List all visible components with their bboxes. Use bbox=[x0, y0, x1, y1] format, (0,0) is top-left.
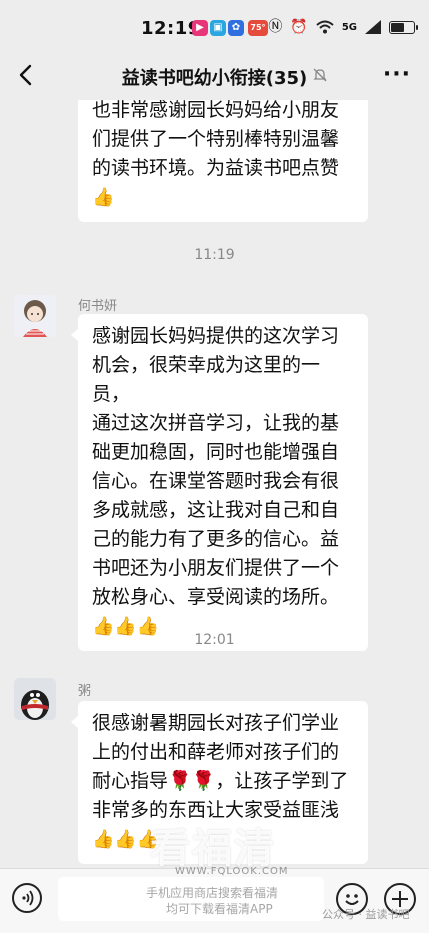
avatar-penguin-icon bbox=[14, 678, 56, 720]
avatar[interactable] bbox=[14, 678, 56, 720]
nfc-icon: Ⓝ bbox=[268, 19, 283, 35]
chat-header: 益读书吧幼小衔接(35) ··· bbox=[0, 50, 429, 100]
timestamp: 12:01 bbox=[194, 632, 235, 648]
signal-label: 5G bbox=[341, 21, 357, 33]
avatar-girl-icon bbox=[14, 295, 56, 337]
more-icon[interactable]: ··· bbox=[383, 62, 411, 87]
message-line: 己的能力有了更多的信心。益 bbox=[92, 528, 340, 550]
message-line: 放松身心、享受阅读的场所。 bbox=[92, 586, 340, 608]
message-line: 多成就感，这让我对自己和自 bbox=[92, 499, 340, 521]
thumbs-up-emoji: 👍 bbox=[92, 187, 115, 208]
video-app-icon: ▶ bbox=[192, 20, 208, 36]
timestamp: 11:19 bbox=[194, 247, 235, 263]
message-line: 通过这次拼音学习，让我的基 bbox=[92, 412, 340, 434]
watermark-line: 均可下载看福清APP bbox=[166, 902, 273, 916]
chat-title: 益读书吧幼小衔接(35) bbox=[121, 68, 308, 89]
mute-icon bbox=[313, 68, 327, 82]
battery-icon bbox=[389, 20, 418, 34]
chat-messages: 也非常感谢园长妈妈给小朋友 们提供了一个特别棒特别温馨 的读书环境。为益读书吧点… bbox=[0, 100, 429, 868]
message-line: 书吧还为小朋友们提供了一个 bbox=[92, 557, 340, 579]
temperature-badge: 75° bbox=[248, 20, 268, 36]
message-line: 感谢园长妈妈提供的这次学习 bbox=[92, 325, 340, 347]
alarm-icon: ⏰ bbox=[290, 19, 308, 35]
battery-level bbox=[391, 22, 404, 32]
message-bubble: 也非常感谢园长妈妈给小朋友 们提供了一个特别棒特别温馨 的读书环境。为益读书吧点… bbox=[78, 100, 368, 222]
message-line: 很感谢暑期园长对孩子们学业 bbox=[92, 712, 340, 734]
message-line: 耐心指导🌹🌹，让孩子学到了 bbox=[92, 770, 349, 792]
wifi-icon bbox=[316, 20, 334, 34]
baidu-app-icon: ✿ bbox=[228, 20, 244, 36]
message-line: 也非常感谢园长妈妈给小朋友 bbox=[92, 100, 340, 121]
signal-icon bbox=[365, 20, 381, 34]
message-line: 信心。在课堂答题时我会有很 bbox=[92, 470, 340, 492]
message-line: 机会，很荣幸成为这里的一员， bbox=[92, 354, 321, 405]
watermark-source: 公众号 · 益读书吧 bbox=[322, 908, 410, 921]
sender-name: 粥 bbox=[78, 684, 92, 699]
message-line: 上的付出和薛老师对孩子们的 bbox=[92, 741, 340, 763]
book-app-icon: ▣ bbox=[210, 20, 226, 36]
avatar[interactable] bbox=[14, 295, 56, 337]
message-bubble: 感谢园长妈妈提供的这次学习 机会，很荣幸成为这里的一员， 通过这次拼音学习，让我… bbox=[71, 314, 368, 651]
watermark-url: WWW.FQLOOK.COM bbox=[175, 866, 289, 877]
message-line: 础更加稳固，同时也能增强自 bbox=[92, 441, 340, 463]
sender-name: 何书妍 bbox=[78, 299, 118, 314]
voice-icon[interactable] bbox=[12, 883, 42, 913]
watermark-line: 手机应用商店搜索看福清 bbox=[146, 886, 279, 900]
status-right: Ⓝ ⏰ 5G bbox=[268, 19, 418, 35]
message-line: 们提供了一个特别棒特别温馨 bbox=[92, 128, 340, 150]
message-line: 的读书环境。为益读书吧点赞 bbox=[92, 157, 340, 179]
